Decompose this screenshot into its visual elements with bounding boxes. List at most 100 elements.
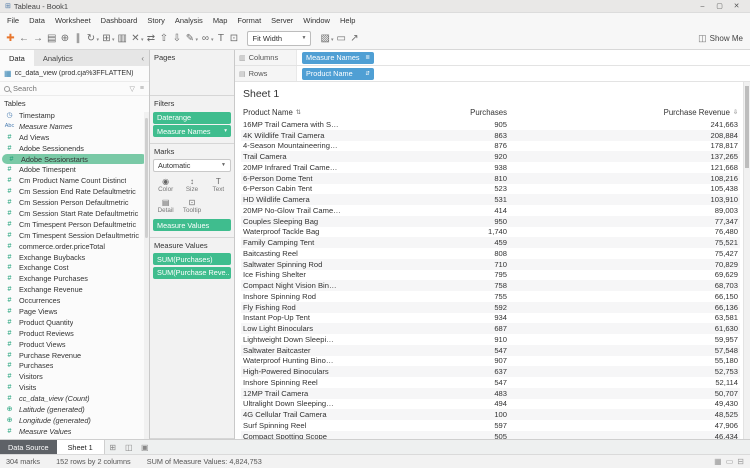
fix-axes-icon[interactable]: ⊡ (227, 30, 240, 46)
table-row[interactable]: Couples Sleeping Bag 950 77,347 (241, 215, 740, 227)
highlight-icon-caret[interactable]: ▾ (195, 37, 198, 43)
sheet-tabs-view-icon[interactable]: ▦ (714, 457, 722, 466)
field-adobe-timespent[interactable]: # Adobe Timespent (0, 164, 149, 175)
run-update-icon-caret[interactable]: ▾ (96, 37, 99, 43)
add-data-icon[interactable]: ⊕ (58, 30, 71, 46)
pill-measure-names[interactable]: Measure Names ≣ (302, 51, 374, 64)
datasource-row[interactable]: ▦ cc_data_view (prod.cja%3FFLATTEN) (0, 66, 149, 81)
field-cm-session-start-rate-defaultmetric[interactable]: # Cm Session Start Rate Defaultmetric (0, 208, 149, 219)
tableau-logo-icon[interactable]: ✚ (4, 30, 17, 46)
menu-help[interactable]: Help (335, 16, 360, 25)
maximize-button[interactable]: ▢ (711, 0, 728, 12)
field-exchange-purchases[interactable]: # Exchange Purchases (0, 273, 149, 284)
undo-icon[interactable]: ← (17, 30, 31, 46)
column-header-product-name[interactable]: Product Name ⇅ (241, 108, 399, 117)
clear-sheet-icon-caret[interactable]: ▾ (141, 37, 144, 43)
table-row[interactable]: Instant Pop-Up Tent 934 63,581 (241, 313, 740, 324)
menu-file[interactable]: File (2, 16, 24, 25)
menu-window[interactable]: Window (298, 16, 335, 25)
tab-analytics[interactable]: Analytics (34, 50, 82, 66)
tab-sheet-1[interactable]: Sheet 1 (56, 440, 105, 454)
menu-dashboard[interactable]: Dashboard (96, 16, 143, 25)
filter-pill-daterange[interactable]: Daterange (153, 111, 231, 124)
field-adobe-sessionstarts[interactable]: # Adobe Sessionstarts (2, 153, 147, 165)
measure-pill-sum-purchases[interactable]: SUM(Purchases) (153, 253, 231, 265)
new-worksheet-tab-icon[interactable]: ⊞ (105, 440, 121, 454)
columns-shelf[interactable]: ▥ Columns Measure Names ≣ (235, 50, 750, 66)
color-button[interactable]: ◉ Color (153, 175, 178, 195)
field-cm-session-end-rate-defaultmetric[interactable]: # Cm Session End Rate Defaultmetric (0, 186, 149, 197)
sort-desc-icon[interactable]: ⇩ (733, 109, 738, 116)
filter-pill-measure-names[interactable]: Measure Names ▾ (153, 125, 231, 137)
search-input[interactable] (13, 84, 126, 93)
column-header-purchases[interactable]: Purchases (399, 108, 509, 117)
table-row[interactable]: 4G Cellular Trail Camera 100 48,525 (241, 409, 740, 420)
table-row[interactable]: Compact Spotting Scope 505 46,434 (241, 430, 740, 439)
table-row[interactable]: Waterproof Hunting Bino… 907 55,180 (241, 356, 740, 367)
mark-type-dropdown[interactable]: Automatic ▼ (153, 158, 231, 172)
close-button[interactable]: ✕ (728, 0, 745, 12)
size-button[interactable]: ↕ Size (179, 175, 204, 195)
filmstrip-view-icon[interactable]: ▭ (726, 457, 734, 466)
rows-shelf[interactable]: ▤ Rows Product Name ⇵ (235, 66, 750, 82)
field-cm-product-name-count-distinct[interactable]: # Cm Product Name Count Distinct (0, 175, 149, 186)
table-row[interactable]: Low Light Binoculars 687 61,630 (241, 323, 740, 334)
table-row[interactable]: Fly Fishing Rod 592 66,136 (241, 301, 740, 313)
table-row[interactable]: Surf Spinning Reel 597 47,906 (241, 420, 740, 431)
menu-data[interactable]: Data (24, 16, 50, 25)
show-hide-cards-icon[interactable]: ▧ (318, 30, 331, 46)
fit-selector[interactable]: Fit Width ▼ (247, 30, 312, 46)
menu-format[interactable]: Format (232, 16, 266, 25)
column-header-purchase-revenue[interactable]: Purchase Revenue ⇩ (509, 108, 740, 117)
new-story-tab-icon[interactable]: ▣ (137, 440, 153, 454)
presentation-mode-icon[interactable]: ▭ (334, 30, 347, 46)
table-row[interactable]: HD Wildlife Camera 531 103,910 (241, 194, 740, 205)
share-icon[interactable]: ↗ (348, 30, 361, 46)
field-exchange-cost[interactable]: # Exchange Cost (0, 262, 149, 273)
table-scroll-thumb[interactable] (745, 86, 749, 168)
minimize-button[interactable]: – (694, 0, 711, 12)
measure-pill-sum-purchase-reve[interactable]: SUM(Purchase Reve.. (153, 266, 231, 279)
menu-map[interactable]: Map (208, 16, 233, 25)
table-row[interactable]: Inshore Spinning Reel 547 52,114 (241, 377, 740, 388)
field-cm-timespent-person-defaultmetric[interactable]: # Cm Timespent Person Defaultmetric (0, 219, 149, 230)
redo-icon[interactable]: → (31, 30, 45, 46)
field-product-reviews[interactable]: # Product Reviews (0, 328, 149, 339)
field-product-quantity[interactable]: # Product Quantity (0, 317, 149, 328)
menu-story[interactable]: Story (142, 16, 170, 25)
group-members-icon-caret[interactable]: ▾ (211, 37, 214, 43)
pill-product-name[interactable]: Product Name ⇵ (302, 67, 374, 80)
field-adobe-sessionends[interactable]: # Adobe Sessionends (0, 143, 149, 154)
field-measure-names[interactable]: Abc Measure Names (0, 121, 149, 132)
field-commerce-order-pricetotal[interactable]: # commerce.order.priceTotal (0, 241, 149, 252)
field-measure-values[interactable]: # Measure Values (0, 426, 149, 437)
show-me-button[interactable]: ◫ Show Me (698, 33, 746, 44)
new-worksheet-icon-caret[interactable]: ▾ (112, 37, 115, 43)
tooltip-button[interactable]: ⊡ Tooltip (179, 196, 204, 216)
table-row[interactable]: Baitcasting Reel 808 75,427 (241, 248, 740, 259)
field-timestamp[interactable]: ◷ Timestamp (0, 110, 149, 121)
table-row[interactable]: Lightweight Down Sleepi… 910 59,957 (241, 334, 740, 345)
new-dashboard-tab-icon[interactable]: ◫ (121, 440, 137, 454)
table-row[interactable]: 20MP Infrared Trail Came… 938 121,668 (241, 162, 740, 173)
sheet-title[interactable]: Sheet 1 (241, 82, 750, 105)
show-hide-cards-icon-caret[interactable]: ▾ (331, 37, 334, 43)
field-page-views[interactable]: # Page Views (0, 306, 149, 317)
field-visitors[interactable]: # Visitors (0, 371, 149, 382)
table-row[interactable]: Saltwater Spinning Rod 710 70,829 (241, 258, 740, 270)
table-row[interactable]: 6-Person Cabin Tent 523 105,438 (241, 184, 740, 195)
field-exchange-revenue[interactable]: # Exchange Revenue (0, 284, 149, 295)
duplicate-sheet-icon[interactable]: ▥ (115, 30, 128, 46)
table-row[interactable]: High-Powered Binoculars 637 52,753 (241, 366, 740, 377)
table-row[interactable]: Compact Night Vision Bin… 758 68,703 (241, 280, 740, 291)
menu-analysis[interactable]: Analysis (170, 16, 208, 25)
text-button[interactable]: T Text (206, 175, 231, 195)
table-row[interactable]: Family Camping Tent 459 75,521 (241, 237, 740, 248)
save-icon[interactable]: ▤ (45, 30, 58, 46)
table-row[interactable]: Ice Fishing Shelter 795 69,629 (241, 270, 740, 281)
field-longitude-generated[interactable]: ⊕ Longitude (generated) (0, 415, 149, 426)
field-visits[interactable]: # Visits (0, 382, 149, 393)
field-latitude-generated[interactable]: ⊕ Latitude (generated) (0, 404, 149, 415)
field-exchange-buybacks[interactable]: # Exchange Buybacks (0, 252, 149, 263)
sheet-sorter-view-icon[interactable]: ⊟ (737, 457, 744, 466)
